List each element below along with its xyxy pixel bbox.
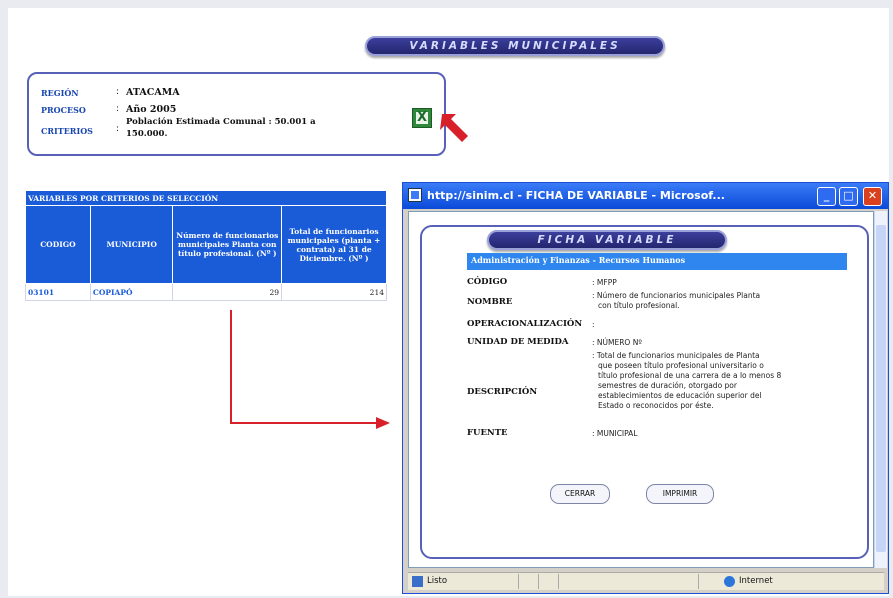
nombre-value-1: : Número de funcionarios municipales Pla… (592, 291, 761, 300)
nombre-label: NOMBRE (467, 297, 513, 307)
operacionalizacion-label: OPERACIONALIZACIÓN (467, 319, 583, 329)
proceso-label: PROCESO (41, 105, 86, 115)
fuente-value: : MUNICIPAL (592, 429, 638, 438)
maximize-button[interactable]: □ (839, 187, 858, 206)
ficha-heading: FICHA VARIABLE (487, 230, 727, 250)
header-total: Total de funcionarios municipales (plant… (281, 205, 387, 284)
zone-text: Internet (739, 576, 773, 586)
page-title: VARIABLES MUNICIPALES (365, 36, 665, 56)
internet-globe-icon (724, 576, 735, 587)
header-codigo: CODIGO (25, 205, 91, 284)
status-divider (538, 574, 539, 589)
browser-icon (408, 188, 422, 202)
codigo-label: CÓDIGO (467, 277, 508, 287)
criterios-separator: : (116, 124, 120, 134)
row-num-planta: 29 (172, 283, 283, 301)
descripcion-line: título profesional de una carrera de a l… (598, 371, 782, 380)
excel-icon[interactable]: X (412, 108, 432, 128)
criterios-label: CRITERIOS (41, 126, 93, 136)
ficha-panel: FICHA VARIABLE Administración y Finanzas… (420, 225, 869, 559)
criterios-value-line2: 150.000. (126, 129, 168, 139)
red-arrow-icon (440, 114, 468, 142)
row-codigo-link[interactable]: 03101 (25, 283, 91, 301)
operacionalizacion-value: : (592, 320, 595, 329)
region-label: REGIÓN (41, 88, 79, 98)
table-caption: VARIABLES POR CRITERIOS DE SELECCIÓN (25, 190, 387, 206)
header-num-planta: Número de funcionarios municipales Plant… (172, 205, 283, 284)
fuente-label: FUENTE (467, 428, 508, 438)
popup-title: http://sinim.cl - FICHA DE VARIABLE - Mi… (427, 189, 725, 202)
page-icon (412, 576, 423, 587)
criterios-value-line1: Población Estimada Comunal : 50.001 a (126, 117, 316, 127)
row-total: 214 (281, 283, 387, 301)
ficha-category: Administración y Finanzas - Recursos Hum… (467, 253, 847, 270)
row-municipio-link[interactable]: COPIAPÓ (89, 283, 174, 301)
status-divider (518, 574, 519, 589)
cerrar-button[interactable]: CERRAR (550, 484, 610, 504)
codigo-value: : MFPP (592, 278, 617, 287)
minimize-button[interactable]: _ (817, 187, 836, 206)
region-separator: : (116, 87, 120, 97)
status-text: Listo (427, 576, 448, 586)
unidad-label: UNIDAD DE MEDIDA (467, 337, 569, 347)
imprimir-button[interactable]: IMPRIMIR (646, 484, 714, 504)
scrollbar-thumb[interactable] (876, 225, 886, 552)
proceso-separator: : (116, 104, 120, 114)
header-municipio: MUNICIPIO (89, 205, 174, 284)
status-divider (558, 574, 559, 589)
descripcion-line: Estado o reconocidos por éste. (598, 401, 714, 410)
nombre-value-2: con título profesional. (598, 301, 680, 310)
descripcion-line: semestres de duración, otorgado por (598, 381, 737, 390)
descripcion-line: : Total de funcionarios municipales de P… (592, 351, 760, 360)
descripcion-label: DESCRIPCIÓN (467, 387, 538, 397)
status-divider (698, 574, 699, 589)
popup-titlebar[interactable]: http://sinim.cl - FICHA DE VARIABLE - Mi… (403, 183, 888, 209)
popup-content: FICHA VARIABLE Administración y Finanzas… (408, 211, 874, 568)
unidad-value: : NÚMERO Nº (592, 338, 642, 347)
descripcion-line: que poseen título profesional universita… (598, 361, 764, 370)
criteria-box: REGIÓN : ATACAMA PROCESO : Año 2005 CRIT… (27, 72, 446, 156)
status-bar: Listo Internet (408, 572, 884, 590)
connector-arrow (230, 310, 390, 429)
popup-window: http://sinim.cl - FICHA DE VARIABLE - Mi… (402, 182, 889, 594)
table-row: 03101 COPIAPÓ 29 214 (25, 283, 387, 301)
descripcion-line: establecimientos de educación superior d… (598, 391, 762, 400)
region-value: ATACAMA (126, 87, 180, 98)
proceso-value: Año 2005 (126, 104, 177, 115)
variables-table: VARIABLES POR CRITERIOS DE SELECCIÓN COD… (25, 190, 387, 301)
close-window-button[interactable]: ✕ (863, 187, 882, 206)
popup-scrollbar[interactable] (874, 211, 887, 568)
